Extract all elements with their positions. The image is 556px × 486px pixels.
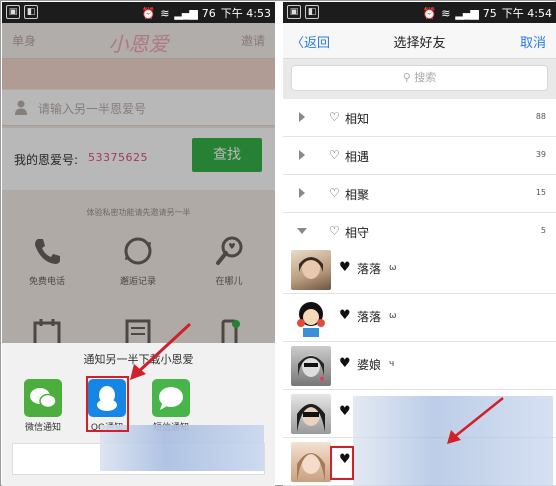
pointer-arrow-icon (447, 397, 504, 444)
nav-bar: 〈返回 选择好友 取消 (283, 23, 556, 59)
cancel-button[interactable]: 取消 (520, 32, 546, 51)
notification-icon: ▣ (287, 5, 301, 19)
group-row[interactable]: ♡ 相聚 15 (283, 175, 556, 213)
status-bar: ▣ ◧ ⏰ ≋ ▂▄▆ 76 下午 4:53 (2, 2, 275, 23)
heart-outline-icon: ♡ (329, 224, 340, 238)
group-row[interactable]: ♡ 相知 88 (283, 99, 556, 137)
friend-name: 落落 (357, 262, 382, 276)
app-icon: ◧ (305, 5, 319, 19)
chevron-right-icon (299, 150, 305, 160)
avatar (291, 394, 331, 434)
friend-name: 落落 (357, 310, 382, 324)
avatar (291, 346, 331, 386)
screenshot-frame: ▣ ◧ ⏰ ≋ ▂▄▆ 76 下午 4:53 单身 小恩爱 邀请 请输入另一半恩… (0, 0, 556, 486)
group-name: 相知 (345, 112, 370, 126)
group-count: 15 (535, 188, 546, 197)
pointer-arrow-icon (130, 322, 192, 380)
search-placeholder: 搜索 (414, 71, 437, 84)
avatar (291, 442, 331, 482)
chevron-right-icon (299, 112, 305, 122)
friend-name-suffix: ω (389, 311, 397, 321)
heart-filled-icon: ♥ (339, 260, 351, 275)
heart-filled-icon: ♥ (339, 404, 351, 419)
group-name: 相聚 (345, 188, 370, 202)
chevron-down-icon (297, 228, 307, 234)
app-icon: ◧ (24, 5, 38, 19)
avatar (291, 298, 331, 338)
group-row[interactable]: ♡ 相遇 39 (283, 137, 556, 175)
avatar (291, 250, 331, 290)
heart-outline-icon: ♡ (329, 148, 340, 162)
heart-filled-icon: ♥ (339, 356, 351, 371)
search-icon: ⚲ (402, 71, 415, 84)
battery-level: 76 (201, 6, 216, 20)
group-name: 相遇 (345, 150, 370, 164)
share-option-label: 微信通知 (24, 423, 61, 433)
group-count: 39 (535, 150, 546, 159)
signal-icon: ▂▄▆ (174, 6, 197, 20)
group-name: 相守 (345, 226, 370, 240)
heart-filled-icon: ♥ (339, 308, 351, 323)
friend-row[interactable]: ♥ 落落 ω (283, 294, 556, 342)
group-count: 5 (540, 226, 546, 235)
sms-icon (152, 379, 190, 417)
page-title: 选择好友 (393, 36, 446, 51)
highlight-heart-box (330, 446, 354, 480)
wifi-icon: ≋ (160, 6, 170, 20)
signal-icon: ▂▄▆ (455, 6, 478, 20)
right-phone-screen: ▣ ◧ ⏰ ≋ ▂▄▆ 75 下午 4:54 〈返回 选择好友 取消 ⚲ 搜索 … (283, 2, 556, 486)
friend-name: 婆娘 (357, 358, 382, 372)
clock: 下午 4:54 (501, 7, 552, 20)
friend-row[interactable]: ♥ 婆娘 ч (283, 342, 556, 390)
alarm-icon: ⏰ (422, 6, 437, 20)
heart-outline-icon: ♡ (329, 186, 340, 200)
clock: 下午 4:53 (220, 7, 271, 20)
search-bar: ⚲ 搜索 (283, 59, 556, 99)
alarm-icon: ⏰ (141, 6, 156, 20)
share-wechat-button[interactable]: 微信通知 (19, 379, 67, 433)
chevron-right-icon (299, 188, 305, 198)
battery-level: 75 (482, 6, 497, 20)
friend-name-suffix: ч (389, 359, 395, 369)
group-count: 88 (535, 112, 546, 121)
left-phone-screen: ▣ ◧ ⏰ ≋ ▂▄▆ 76 下午 4:53 单身 小恩爱 邀请 请输入另一半恩… (2, 2, 275, 486)
status-bar: ▣ ◧ ⏰ ≋ ▂▄▆ 75 下午 4:54 (283, 2, 556, 23)
search-input[interactable]: ⚲ 搜索 (291, 65, 548, 91)
highlight-qq-box (86, 376, 129, 432)
wechat-icon (24, 379, 62, 417)
notification-icon: ▣ (6, 5, 20, 19)
heart-outline-icon: ♡ (329, 110, 340, 124)
wifi-icon: ≋ (441, 6, 451, 20)
friend-row[interactable]: ♥ 落落 ω (283, 246, 556, 294)
friend-name-suffix: ω (389, 263, 397, 273)
